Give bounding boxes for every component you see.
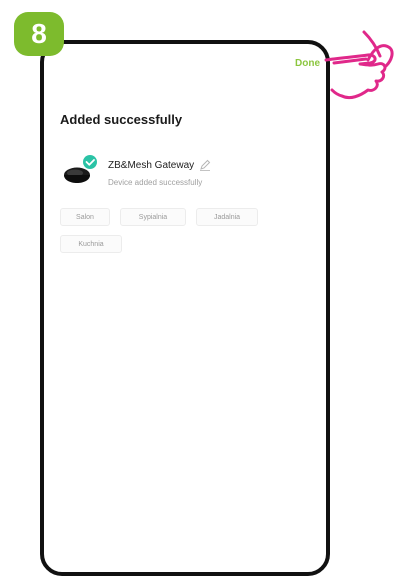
- device-name-row: ZB&Mesh Gateway: [108, 159, 211, 171]
- step-badge: 8: [14, 12, 64, 56]
- check-icon: [83, 155, 97, 169]
- done-button[interactable]: Done: [295, 58, 320, 69]
- page-title: Added successfully: [60, 112, 183, 127]
- gateway-device-icon: [64, 155, 97, 183]
- pointer-hand-icon: [324, 30, 394, 100]
- room-chip-sypialnia[interactable]: Sypialnia: [120, 208, 186, 226]
- device-status: Device added successfully: [108, 178, 203, 187]
- device-name: ZB&Mesh Gateway: [108, 159, 195, 171]
- edit-icon[interactable]: [199, 159, 211, 171]
- room-chip-salon[interactable]: Salon: [60, 208, 110, 226]
- room-chip-kuchnia[interactable]: Kuchnia: [60, 235, 122, 253]
- room-chip-jadalnia[interactable]: Jadalnia: [196, 208, 258, 226]
